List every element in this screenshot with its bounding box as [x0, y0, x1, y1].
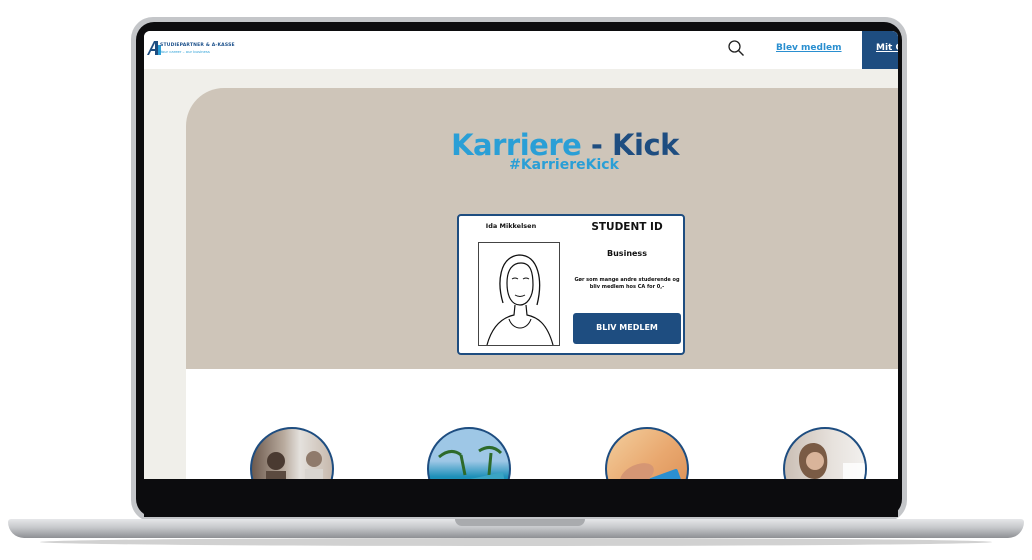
promo-text: Gør som mange andre studerende og bliv m… — [574, 277, 680, 290]
student-id-card: Ida Mikkelsen STUDENT ID Business Gør so… — [457, 214, 685, 355]
hero-hashtag: #KarriereKick — [509, 157, 619, 173]
search-icon[interactable] — [727, 39, 745, 57]
student-id-title: STUDENT ID — [591, 221, 663, 233]
student-program: Business — [607, 249, 647, 258]
logo-text: STUDIEPARTNER & A-KASSE — [160, 43, 235, 48]
logo-tagline: Your career – our business — [160, 49, 210, 54]
become-member-label: BLIV MEDLEM — [596, 323, 658, 332]
site-header: STUDIEPARTNER & A-KASSE Your career – ou… — [144, 31, 898, 69]
student-portrait — [478, 242, 560, 346]
laptop-screen: STUDIEPARTNER & A-KASSE Your career – ou… — [144, 31, 898, 479]
laptop-notch — [455, 519, 585, 526]
account-button[interactable]: Mit C — [862, 31, 898, 69]
become-member-button[interactable]: BLIV MEDLEM — [573, 313, 681, 344]
student-name: Ida Mikkelsen — [485, 222, 537, 230]
laptop-keyboard-area — [144, 479, 898, 517]
join-link[interactable]: Blev medlem — [776, 43, 842, 53]
account-button-label: Mit C — [876, 43, 898, 53]
portrait-sketch-icon — [486, 254, 554, 345]
laptop-shadow — [40, 538, 992, 546]
